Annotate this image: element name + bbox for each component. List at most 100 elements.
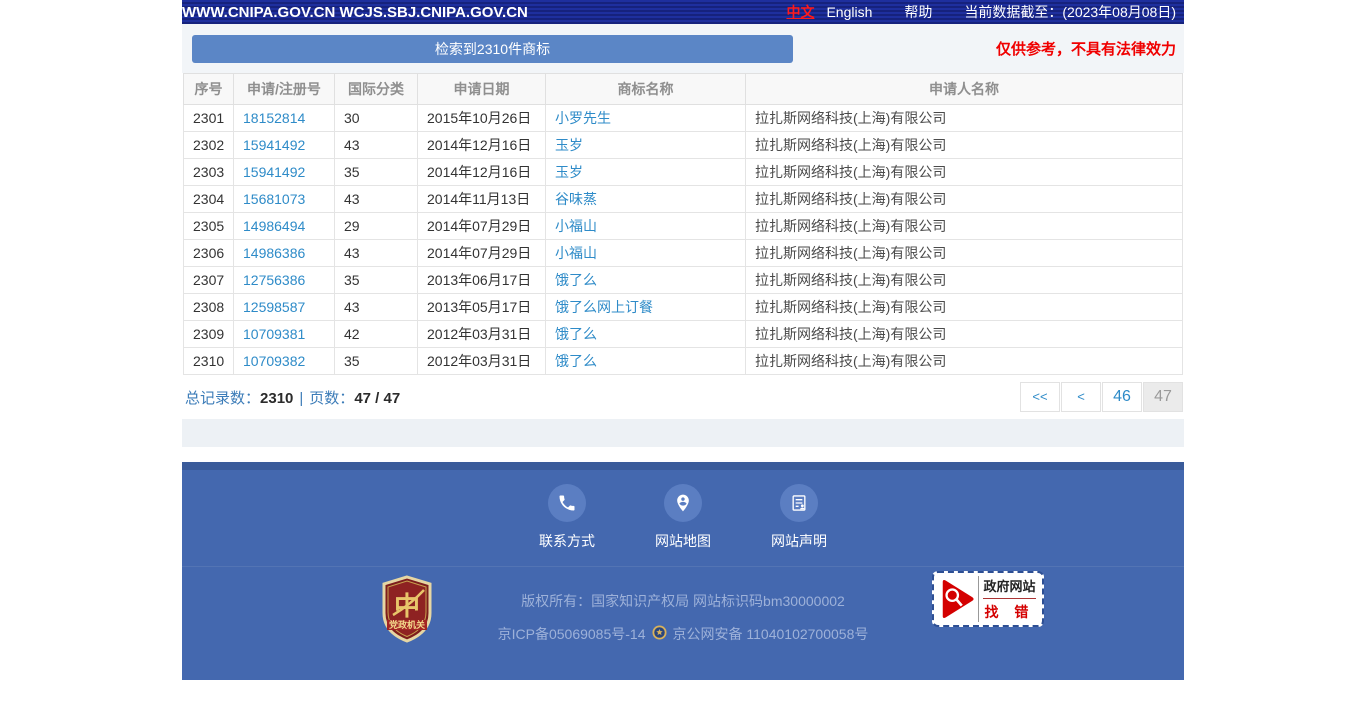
row-intl-class: 29 — [335, 213, 418, 240]
header-reg-number: 申请/注册号 — [234, 74, 335, 105]
white-gap — [182, 447, 1184, 462]
row-serial: 2304 — [184, 186, 234, 213]
page-count-value: 47 / 47 — [354, 390, 400, 407]
row-applicant-name: 拉扎斯网络科技(上海)有限公司 — [746, 105, 1183, 132]
reg-number-link[interactable]: 12756386 — [234, 267, 335, 294]
row-intl-class: 43 — [335, 294, 418, 321]
trademark-name-link[interactable]: 谷味蒸 — [546, 186, 746, 213]
trademark-name-link[interactable]: 饿了么 — [546, 348, 746, 375]
row-apply-date: 2015年10月26日 — [418, 105, 546, 132]
pager: << < 46 47 — [1020, 382, 1183, 412]
svg-text:党政机关: 党政机关 — [389, 619, 425, 630]
pager-page-47-current[interactable]: 47 — [1143, 382, 1183, 412]
table-row: 2309 10709381 42 2012年03月31日 饿了么 拉扎斯网络科技… — [184, 321, 1183, 348]
party-emblem-shield[interactable]: 中 党政机关 — [380, 575, 434, 648]
row-intl-class: 35 — [335, 159, 418, 186]
row-serial: 2301 — [184, 105, 234, 132]
police-record-link[interactable]: 京公网安备 11040102700058号 — [673, 624, 869, 644]
footer-link-statement[interactable]: 网站声明 — [765, 484, 833, 551]
row-intl-class: 42 — [335, 321, 418, 348]
row-applicant-name: 拉扎斯网络科技(上海)有限公司 — [746, 186, 1183, 213]
row-serial: 2310 — [184, 348, 234, 375]
table-row: 2305 14986494 29 2014年07月29日 小福山 拉扎斯网络科技… — [184, 213, 1183, 240]
lang-en-link[interactable]: English — [826, 4, 872, 20]
row-apply-date: 2013年06月17日 — [418, 267, 546, 294]
pager-page-46-button[interactable]: 46 — [1102, 382, 1142, 412]
trademark-name-link[interactable]: 玉岁 — [546, 159, 746, 186]
footer-link-sitemap[interactable]: 网站地图 — [649, 484, 717, 551]
table-row: 2306 14986386 43 2014年07月29日 小福山 拉扎斯网络科技… — [184, 240, 1183, 267]
police-badge-icon — [652, 625, 667, 643]
row-serial: 2302 — [184, 132, 234, 159]
pager-prev-button[interactable]: < — [1061, 382, 1101, 412]
reg-number-link[interactable]: 18152814 — [234, 105, 335, 132]
data-cutoff-label: 当前数据截至：(2023年08月08日) — [964, 2, 1176, 22]
trademark-name-link[interactable]: 小福山 — [546, 213, 746, 240]
trademark-name-link[interactable]: 饿了么 — [546, 267, 746, 294]
table-row: 2307 12756386 35 2013年06月17日 饿了么 拉扎斯网络科技… — [184, 267, 1183, 294]
page: WWW.CNIPA.GOV.CN WCJS.SBJ.CNIPA.GOV.CN 中… — [0, 0, 1366, 701]
total-records-label: 总记录数： — [185, 390, 260, 407]
trademark-name-link[interactable]: 饿了么 — [546, 321, 746, 348]
row-apply-date: 2014年11月13日 — [418, 186, 546, 213]
row-serial: 2305 — [184, 213, 234, 240]
row-applicant-name: 拉扎斯网络科技(上海)有限公司 — [746, 132, 1183, 159]
error-badge-text: 政府网站 找 错 — [978, 576, 1038, 622]
row-apply-date: 2013年05月17日 — [418, 294, 546, 321]
reg-number-link[interactable]: 12598587 — [234, 294, 335, 321]
header-apply-date: 申请日期 — [418, 74, 546, 105]
footer-links: 联系方式 网站地图 网站声明 — [182, 470, 1184, 566]
footer-link-label: 网站声明 — [771, 531, 827, 551]
trademark-name-link[interactable]: 饿了么网上订餐 — [546, 294, 746, 321]
table-row: 2301 18152814 30 2015年10月26日 小罗先生 拉扎斯网络科… — [184, 105, 1183, 132]
reg-number-link[interactable]: 14986494 — [234, 213, 335, 240]
row-serial: 2309 — [184, 321, 234, 348]
reg-number-link[interactable]: 10709381 — [234, 321, 335, 348]
table-row: 2303 15941492 35 2014年12月16日 玉岁 拉扎斯网络科技(… — [184, 159, 1183, 186]
row-intl-class: 43 — [335, 186, 418, 213]
reg-number-link[interactable]: 14986386 — [234, 240, 335, 267]
row-applicant-name: 拉扎斯网络科技(上海)有限公司 — [746, 321, 1183, 348]
reg-number-link[interactable]: 15941492 — [234, 159, 335, 186]
trademark-name-link[interactable]: 小罗先生 — [546, 105, 746, 132]
row-apply-date: 2014年07月29日 — [418, 240, 546, 267]
reg-number-link[interactable]: 15941492 — [234, 132, 335, 159]
header-trademark-name: 商标名称 — [546, 74, 746, 105]
footer-link-label: 网站地图 — [655, 531, 711, 551]
footer-link-contact[interactable]: 联系方式 — [533, 484, 601, 551]
header-intl-class: 国际分类 — [335, 74, 418, 105]
page-count-label: 页数： — [309, 390, 354, 407]
topbar: WWW.CNIPA.GOV.CN WCJS.SBJ.CNIPA.GOV.CN 中… — [182, 0, 1184, 24]
row-intl-class: 35 — [335, 348, 418, 375]
site-urls: WWW.CNIPA.GOV.CN WCJS.SBJ.CNIPA.GOV.CN — [182, 4, 528, 21]
row-apply-date: 2014年07月29日 — [418, 213, 546, 240]
row-intl-class: 43 — [335, 132, 418, 159]
icp-record-link[interactable]: 京ICP备05069085号-14 — [498, 624, 646, 644]
site-error-report-badge[interactable]: 政府网站 找 错 — [932, 571, 1044, 627]
row-serial: 2306 — [184, 240, 234, 267]
header-applicant-name: 申请人名称 — [746, 74, 1183, 105]
row-intl-class: 30 — [335, 105, 418, 132]
reg-number-link[interactable]: 15681073 — [234, 186, 335, 213]
total-records-value: 2310 — [260, 390, 293, 407]
reg-number-link[interactable]: 10709382 — [234, 348, 335, 375]
row-intl-class: 35 — [335, 267, 418, 294]
lang-zh-link[interactable]: 中文 — [786, 2, 814, 22]
table-row: 2310 10709382 35 2012年03月31日 饿了么 拉扎斯网络科技… — [184, 348, 1183, 375]
pager-first-button[interactable]: << — [1020, 382, 1060, 412]
row-serial: 2307 — [184, 267, 234, 294]
table-header-row: 序号 申请/注册号 国际分类 申请日期 商标名称 申请人名称 — [184, 74, 1183, 105]
trademark-name-link[interactable]: 玉岁 — [546, 132, 746, 159]
table-row: 2302 15941492 43 2014年12月16日 玉岁 拉扎斯网络科技(… — [184, 132, 1183, 159]
stats-separator: | — [299, 390, 303, 407]
header-serial: 序号 — [184, 74, 234, 105]
footer-link-label: 联系方式 — [539, 531, 595, 551]
trademark-name-link[interactable]: 小福山 — [546, 240, 746, 267]
topbar-nav: 中文 English 帮助 当前数据截至：(2023年08月08日) — [786, 2, 1176, 22]
row-intl-class: 43 — [335, 240, 418, 267]
row-applicant-name: 拉扎斯网络科技(上海)有限公司 — [746, 267, 1183, 294]
row-applicant-name: 拉扎斯网络科技(上海)有限公司 — [746, 240, 1183, 267]
row-applicant-name: 拉扎斯网络科技(上海)有限公司 — [746, 159, 1183, 186]
table-row: 2304 15681073 43 2014年11月13日 谷味蒸 拉扎斯网络科技… — [184, 186, 1183, 213]
help-link[interactable]: 帮助 — [904, 2, 932, 22]
